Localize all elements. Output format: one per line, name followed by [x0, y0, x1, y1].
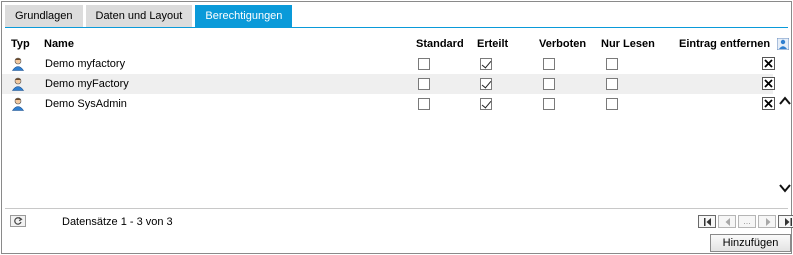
remove-entry-button[interactable]: [762, 97, 775, 110]
last-page-icon: [785, 218, 792, 226]
column-header-typ: Typ: [11, 38, 30, 50]
table-row[interactable]: Demo SysAdmin: [2, 94, 775, 114]
user-icon: [11, 57, 25, 71]
user-icon: [11, 97, 25, 111]
refresh-button[interactable]: [10, 215, 26, 227]
close-icon: [764, 59, 773, 68]
footer-divider: [5, 208, 788, 209]
tab-underline: [5, 27, 788, 28]
permissions-panel: Grundlagen Daten und Layout Berechtigung…: [1, 1, 793, 254]
nur-lesen-checkbox[interactable]: [606, 98, 618, 110]
erteilt-checkbox[interactable]: [480, 78, 492, 90]
table-header: Typ Name Standard Erteilt Verboten Nur L…: [2, 36, 773, 52]
erteilt-checkbox[interactable]: [480, 98, 492, 110]
close-icon: [764, 99, 773, 108]
last-page-button[interactable]: [778, 215, 793, 228]
table-row[interactable]: Demo myfactory: [2, 54, 775, 74]
verboten-checkbox[interactable]: [543, 58, 555, 70]
remove-entry-button[interactable]: [762, 77, 775, 90]
erteilt-checkbox[interactable]: [480, 58, 492, 70]
pagination: ...: [696, 215, 793, 228]
scroll-up-icon[interactable]: [779, 96, 791, 106]
records-count: Datensätze 1 - 3 von 3: [62, 216, 173, 228]
user-icon: [11, 77, 25, 91]
first-page-icon: [704, 218, 711, 226]
first-page-button[interactable]: [698, 215, 716, 228]
standard-checkbox[interactable]: [418, 98, 430, 110]
standard-checkbox[interactable]: [418, 58, 430, 70]
column-header-standard: Standard: [416, 38, 464, 50]
tab-bar: Grundlagen Daten und Layout Berechtigung…: [5, 5, 295, 27]
next-page-button[interactable]: [758, 215, 776, 228]
refresh-icon: [14, 217, 23, 225]
close-icon: [764, 79, 773, 88]
column-header-name: Name: [44, 38, 74, 50]
nur-lesen-checkbox[interactable]: [606, 78, 618, 90]
column-header-nur-lesen: Nur Lesen: [601, 38, 655, 50]
standard-checkbox[interactable]: [418, 78, 430, 90]
scroll-down-icon[interactable]: [779, 183, 791, 193]
column-header-erteilt: Erteilt: [477, 38, 509, 50]
previous-page-button[interactable]: [718, 215, 736, 228]
verboten-checkbox[interactable]: [543, 98, 555, 110]
table-row[interactable]: Demo myFactory: [2, 74, 775, 94]
column-header-verboten: Verboten: [539, 38, 587, 50]
previous-page-icon: [725, 218, 730, 226]
row-name: Demo myfactory: [45, 58, 126, 70]
remove-entry-button[interactable]: [762, 57, 775, 70]
column-header-eintrag-entfernen: Eintrag entfernen: [679, 38, 771, 50]
verboten-checkbox[interactable]: [543, 78, 555, 90]
next-page-icon: [766, 218, 771, 226]
tab-berechtigungen[interactable]: Berechtigungen: [195, 5, 293, 27]
tab-grundlagen[interactable]: Grundlagen: [5, 5, 83, 27]
add-button[interactable]: Hinzufügen: [710, 234, 791, 252]
add-user-icon[interactable]: [776, 37, 790, 51]
row-name: Demo myFactory: [45, 78, 129, 90]
tab-daten-und-layout[interactable]: Daten und Layout: [85, 5, 193, 27]
page-ellipsis-button[interactable]: ...: [738, 215, 756, 228]
nur-lesen-checkbox[interactable]: [606, 58, 618, 70]
row-name: Demo SysAdmin: [45, 98, 127, 110]
